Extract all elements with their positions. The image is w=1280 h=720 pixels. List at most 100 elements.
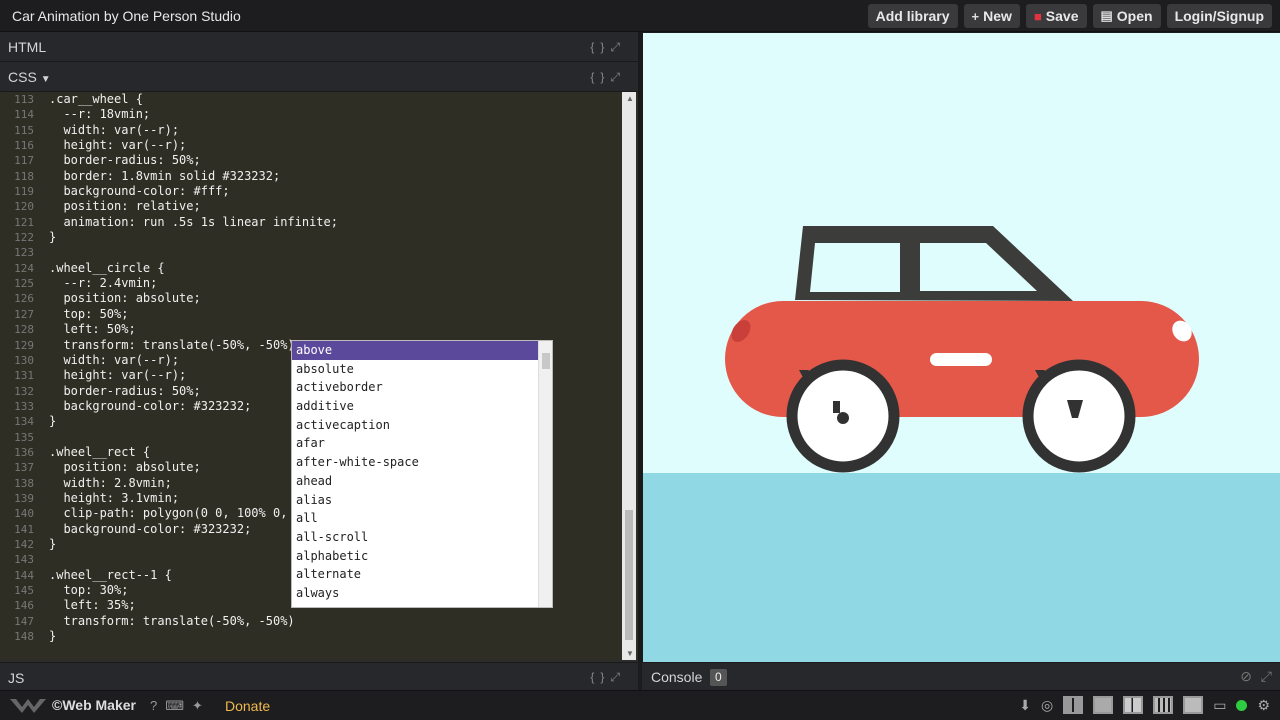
layout-3-icon[interactable] (1123, 696, 1144, 714)
autocomplete-option[interactable]: alias (292, 491, 552, 510)
line-number: 137 (14, 461, 34, 475)
chevron-down-icon[interactable]: ▼ (41, 74, 51, 85)
html-pane-header[interactable]: HTML {}⤢ (0, 32, 638, 62)
code-line[interactable]: 120 position: relative; (0, 199, 622, 214)
console-title: Console (651, 669, 703, 685)
code-line[interactable]: 118 border: 1.8vmin solid #323232; (0, 169, 622, 184)
line-text: } (49, 414, 57, 429)
add-library-button[interactable]: Add library (867, 4, 958, 28)
autocomplete-option[interactable]: after-white-space (292, 453, 552, 472)
scroll-up-icon[interactable]: ▲ (626, 94, 634, 103)
code-line[interactable]: 117 border-radius: 50%; (0, 153, 622, 168)
css-pane-header[interactable]: CSS ▼ {}⤢ (0, 62, 638, 92)
autocomplete-option[interactable]: absolute (292, 360, 552, 379)
wheel-rect (833, 401, 840, 413)
code-line[interactable]: 123 (0, 245, 622, 260)
new-button[interactable]: + New (963, 4, 1020, 28)
autocomplete-option[interactable]: afar (292, 434, 552, 453)
line-number: 113 (14, 93, 34, 106)
wheel-circle (837, 412, 849, 424)
login-signup-button[interactable]: Login/Signup (1166, 4, 1272, 28)
format-code-icon[interactable]: {} (590, 40, 610, 54)
format-code-icon[interactable]: {} (590, 70, 610, 84)
code-line[interactable]: 122} (0, 230, 622, 245)
autocomplete-option[interactable]: above (292, 341, 552, 360)
notification-dot-icon[interactable] (1236, 699, 1248, 711)
js-pane-header[interactable]: JS {}⤢ (0, 662, 638, 690)
scroll-down-icon[interactable]: ▼ (626, 649, 634, 658)
line-text: transform: translate(-50%, -50%) (49, 613, 295, 628)
css-pane-title: CSS ▼ (8, 69, 51, 85)
brand-name[interactable]: ©Web Maker (52, 697, 136, 713)
editor-scrollbar[interactable]: ▲ ▼ (622, 92, 636, 660)
code-line[interactable]: 121 animation: run .5s 1s linear infinit… (0, 215, 622, 230)
layout-4-icon[interactable] (1153, 696, 1174, 714)
line-text: width: var(--r); (49, 122, 180, 137)
autocomplete-option[interactable]: ahead (292, 472, 552, 491)
autocomplete-option[interactable]: activeborder (292, 378, 552, 397)
autocomplete-option[interactable]: alphabetic (292, 547, 552, 566)
layout-5-icon[interactable] (1183, 696, 1204, 714)
line-text: position: absolute; (49, 460, 201, 475)
scrollbar-thumb[interactable] (625, 510, 633, 640)
line-number: 134 (14, 415, 34, 429)
autocomplete-option[interactable]: always (292, 584, 552, 603)
expand-icon[interactable]: ⤢ (610, 70, 626, 84)
line-number: 117 (14, 154, 34, 168)
line-number: 125 (14, 277, 34, 291)
code-line[interactable]: 126 position: absolute; (0, 291, 622, 306)
line-text: left: 50%; (49, 322, 136, 337)
autocomplete-scrollbar[interactable] (538, 341, 552, 607)
download-icon[interactable]: ⬇ (1019, 697, 1031, 714)
autocomplete-option[interactable]: additive (292, 397, 552, 416)
screen-icon[interactable]: ▭ (1213, 697, 1226, 714)
clear-console-icon[interactable]: ⊘ (1240, 668, 1252, 685)
format-code-icon[interactable]: {} (590, 670, 610, 684)
pane-resize-handle[interactable] (638, 32, 642, 662)
save-button[interactable]: ■ Save (1025, 4, 1087, 28)
line-text: } (49, 230, 57, 245)
twitter-icon[interactable]: ✦ (192, 698, 203, 714)
code-line[interactable]: 119 background-color: #fff; (0, 184, 622, 199)
code-line[interactable]: 147 transform: translate(-50%, -50%) (0, 614, 622, 629)
donate-link[interactable]: Donate (225, 698, 270, 714)
expand-icon[interactable]: ⤢ (610, 40, 626, 54)
keyboard-icon[interactable]: ⌨ (165, 698, 184, 714)
autocomplete-list[interactable]: above absolute activeborder additive activec… (292, 341, 552, 603)
console-bar[interactable]: Console 0 ⊘ ⤢ (642, 662, 1280, 690)
code-line[interactable]: 124 .wheel__circle { (0, 261, 622, 276)
code-line[interactable]: 127 top: 50%; (0, 307, 622, 322)
js-pane-title: JS (8, 670, 25, 686)
line-text: width: 2.8vmin; (49, 475, 172, 490)
line-number: 124 (14, 261, 34, 275)
help-icon[interactable]: ? (150, 698, 157, 714)
codepen-icon[interactable]: ◎ (1041, 697, 1053, 714)
line-number: 147 (14, 614, 34, 628)
code-line[interactable]: 114 --r: 18vmin; (0, 107, 622, 122)
layout-2-icon[interactable] (1093, 696, 1114, 714)
layout-1-icon[interactable] (1063, 696, 1084, 714)
line-text: border-radius: 50%; (49, 153, 201, 168)
code-line[interactable]: 148} (0, 629, 622, 644)
code-line[interactable]: 113 .car__wheel { (0, 92, 622, 107)
autocomplete-option[interactable]: activecaption (292, 416, 552, 435)
preview-frame[interactable] (643, 33, 1280, 662)
line-number: 136 (14, 445, 34, 459)
autocomplete-option[interactable]: alternate (292, 565, 552, 584)
code-line[interactable]: 128 left: 50%; (0, 322, 622, 337)
open-button[interactable]: ▤ Open (1092, 4, 1161, 28)
autocomplete-option[interactable]: all (292, 509, 552, 528)
line-text: height: var(--r); (49, 138, 187, 153)
car-window-front (810, 243, 900, 292)
code-line[interactable]: 115 width: var(--r); (0, 123, 622, 138)
line-number: 119 (14, 185, 34, 199)
autocomplete-option[interactable]: all-scroll (292, 528, 552, 547)
autocomplete-scrollbar-thumb[interactable] (542, 353, 550, 369)
line-number: 128 (14, 323, 34, 337)
code-line[interactable]: 116 height: var(--r); (0, 138, 622, 153)
code-line[interactable]: 125 --r: 2.4vmin; (0, 276, 622, 291)
expand-icon[interactable]: ⤢ (1261, 668, 1272, 685)
autocomplete-dropdown[interactable]: above absolute activeborder additive activec… (291, 340, 553, 608)
expand-icon[interactable]: ⤢ (610, 670, 626, 684)
settings-gear-icon[interactable]: ⚙ (1257, 697, 1270, 714)
